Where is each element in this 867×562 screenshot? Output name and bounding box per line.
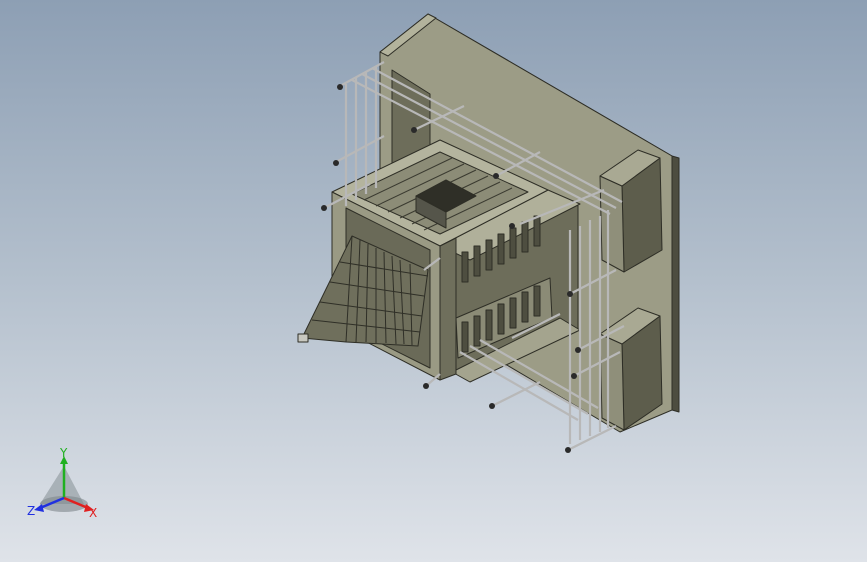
front-box-right-face — [439, 237, 457, 381]
horn-antenna-feed — [297, 333, 309, 343]
triad-x-label: X — [89, 506, 97, 520]
right-block-lower-side — [599, 333, 625, 431]
graphics-viewport[interactable] — [0, 0, 867, 562]
triad-z-label: Z — [27, 504, 35, 518]
cad-model-assembly[interactable] — [297, 13, 680, 453]
orientation-triad[interactable]: Y X Z — [26, 446, 106, 526]
triad-y-label: Y — [59, 446, 68, 460]
